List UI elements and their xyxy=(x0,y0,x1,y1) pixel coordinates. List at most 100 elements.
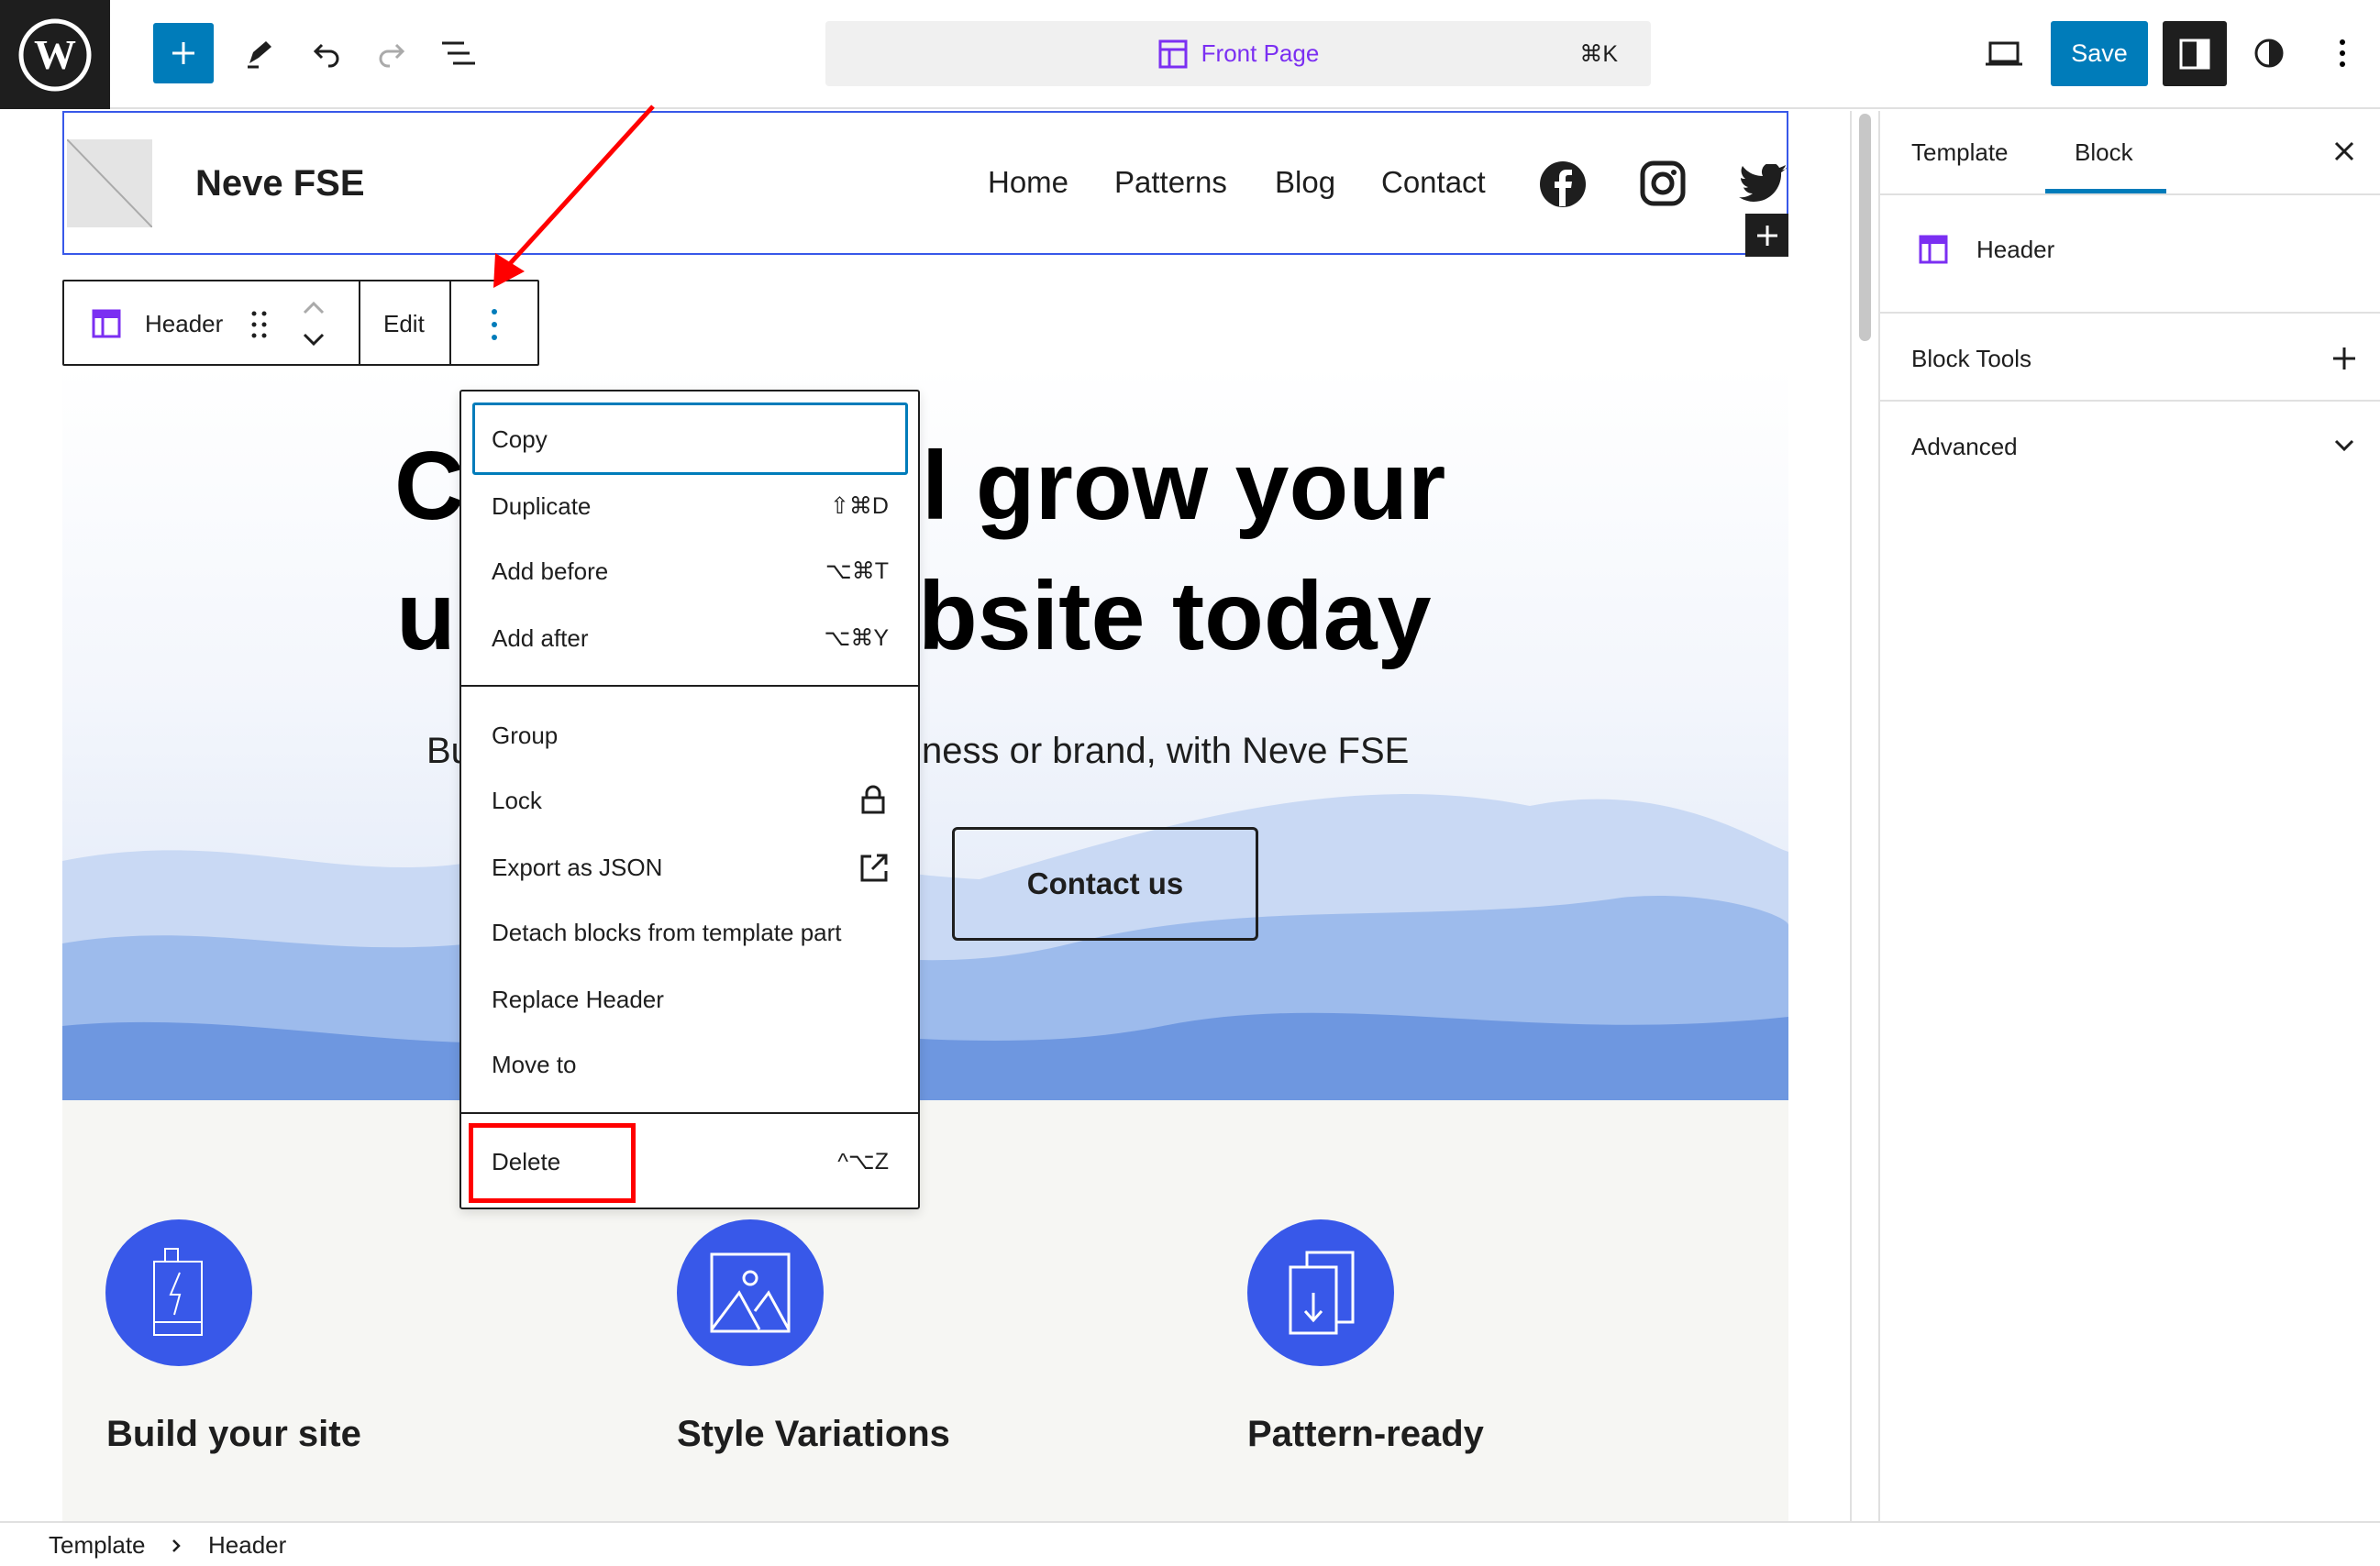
hero-heading-fragment: u xyxy=(396,562,456,670)
template-part-icon xyxy=(92,309,121,338)
menu-item-duplicate[interactable]: Duplicate ⇧⌘D xyxy=(461,488,918,524)
svg-text:W: W xyxy=(34,31,76,78)
options-kebab-icon[interactable] xyxy=(2330,37,2355,70)
hero-heading-fragment: C xyxy=(394,432,465,540)
template-part-icon xyxy=(1919,235,1948,264)
nav-contact[interactable]: Contact xyxy=(1381,165,1486,200)
hero-subtitle-fragment: ness or brand, with Neve FSE xyxy=(922,731,1410,771)
header-template-part[interactable]: Neve FSE Home Patterns Blog Contact xyxy=(62,111,1788,255)
shortcut: ^⌥Z xyxy=(837,1149,889,1174)
tab-block[interactable]: Block xyxy=(2075,138,2133,167)
save-button[interactable]: Save xyxy=(2051,21,2148,86)
site-logo-placeholder[interactable] xyxy=(66,138,153,228)
sidebar-tabs: Template Block xyxy=(1880,111,2380,195)
menu-item-add-before[interactable]: Add before ⌥⌘T xyxy=(461,553,918,590)
menu-item-copy[interactable]: Copy xyxy=(461,421,918,458)
move-up-down-icon[interactable] xyxy=(301,298,327,349)
label: Add before xyxy=(492,557,609,585)
settings-sidebar: Template Block Header Block Tools Advanc… xyxy=(1878,111,2380,1521)
contact-us-button[interactable]: Contact us xyxy=(952,827,1258,941)
add-block-button[interactable] xyxy=(153,23,214,83)
chevron-down-icon[interactable] xyxy=(2333,438,2355,453)
canvas-scrollbar[interactable] xyxy=(1859,114,1871,341)
edit-button[interactable]: Edit xyxy=(383,310,425,338)
nav-blog[interactable]: Blog xyxy=(1275,165,1335,200)
breadcrumb-header[interactable]: Header xyxy=(208,1531,286,1560)
feature-title: Style Variations xyxy=(677,1414,950,1454)
plus-icon[interactable] xyxy=(2331,346,2357,371)
block-title: Header xyxy=(1976,236,2055,263)
options-kebab-icon[interactable] xyxy=(490,307,499,342)
pencil-icon[interactable] xyxy=(243,37,276,70)
menu-separator xyxy=(461,1112,918,1114)
active-tab-indicator xyxy=(2045,189,2166,193)
label: Detach blocks from template part xyxy=(492,919,842,946)
label: Export as JSON xyxy=(492,854,663,881)
nav-patterns[interactable]: Patterns xyxy=(1114,165,1227,200)
delete-highlight-box xyxy=(469,1123,636,1203)
shortcut: ⌘K xyxy=(1579,41,1618,67)
mountains-illustration xyxy=(62,794,1788,1100)
menu-item-lock[interactable]: Lock xyxy=(461,782,918,819)
page-title: Front Page xyxy=(1201,39,1320,67)
breadcrumb: Template Header xyxy=(0,1521,2380,1566)
block-options-menu: Copy Duplicate ⇧⌘D Add before ⌥⌘T Add afte… xyxy=(459,390,920,1209)
close-icon[interactable] xyxy=(2333,140,2355,162)
instagram-icon[interactable] xyxy=(1640,160,1686,206)
menu-item-detach[interactable]: Detach blocks from template part xyxy=(461,914,918,951)
add-block-inline-button[interactable] xyxy=(1745,214,1788,257)
divider xyxy=(359,281,360,364)
divider xyxy=(449,281,451,364)
nav-home[interactable]: Home xyxy=(988,165,1068,200)
menu-item-group[interactable]: Group xyxy=(461,717,918,754)
chevron-right-icon xyxy=(172,1539,181,1552)
block-card: Header xyxy=(1880,195,2380,314)
menu-item-add-after[interactable]: Add after ⌥⌘Y xyxy=(461,620,918,656)
feature-title: Pattern-ready xyxy=(1247,1414,1484,1454)
panel-advanced[interactable]: Advanced xyxy=(1880,402,2380,490)
shortcut: ⌥⌘T xyxy=(825,558,889,584)
image-icon xyxy=(677,1219,824,1366)
features-section: Build your site Style Variations Pattern… xyxy=(62,1100,1788,1521)
panel-title: Advanced xyxy=(1911,433,2018,460)
redo-icon[interactable] xyxy=(375,37,408,70)
twitter-icon[interactable] xyxy=(1739,164,1787,204)
panel-block-tools[interactable]: Block Tools xyxy=(1880,314,2380,402)
label: Group xyxy=(492,722,559,749)
hero-heading-fragment: bsite today xyxy=(918,562,1432,670)
list-view-icon[interactable] xyxy=(440,37,477,70)
menu-item-move-to[interactable]: Move to xyxy=(461,1046,918,1083)
panel-title: Block Tools xyxy=(1911,345,2032,372)
download-doc-icon xyxy=(1247,1219,1394,1366)
label: Move to xyxy=(492,1051,577,1078)
tab-template[interactable]: Template xyxy=(1911,138,2009,167)
shortcut: ⇧⌘D xyxy=(829,493,889,519)
shortcut: ⌥⌘Y xyxy=(824,625,889,651)
external-icon xyxy=(860,854,888,882)
menu-item-export-json[interactable]: Export as JSON xyxy=(461,849,918,886)
facebook-icon[interactable] xyxy=(1539,160,1587,208)
breadcrumb-template[interactable]: Template xyxy=(49,1531,146,1560)
label: Duplicate xyxy=(492,492,592,520)
styles-contrast-icon[interactable] xyxy=(2253,37,2286,70)
label: Replace Header xyxy=(492,986,664,1013)
device-preview-icon[interactable] xyxy=(1984,37,2024,70)
undo-icon[interactable] xyxy=(310,37,343,70)
label: Copy xyxy=(492,425,548,453)
label: Lock xyxy=(492,787,542,814)
drag-handle-icon[interactable] xyxy=(249,309,270,340)
block-toolbar: Header Edit xyxy=(62,280,539,366)
hero-heading-fragment: l grow your xyxy=(922,432,1446,540)
battery-icon xyxy=(105,1219,252,1366)
block-type-label[interactable]: Header xyxy=(145,310,223,338)
label: Add after xyxy=(492,624,589,652)
command-palette-button[interactable]: Front Page ⌘K xyxy=(825,21,1651,86)
divider xyxy=(1850,111,1852,1521)
menu-separator xyxy=(461,685,918,687)
menu-item-replace-header[interactable]: Replace Header xyxy=(461,981,918,1018)
template-icon xyxy=(1158,39,1188,68)
feature-title: Build your site xyxy=(106,1414,361,1454)
wordpress-logo[interactable]: W xyxy=(0,0,110,109)
settings-sidebar-toggle[interactable] xyxy=(2163,21,2227,86)
site-title[interactable]: Neve FSE xyxy=(195,163,365,204)
